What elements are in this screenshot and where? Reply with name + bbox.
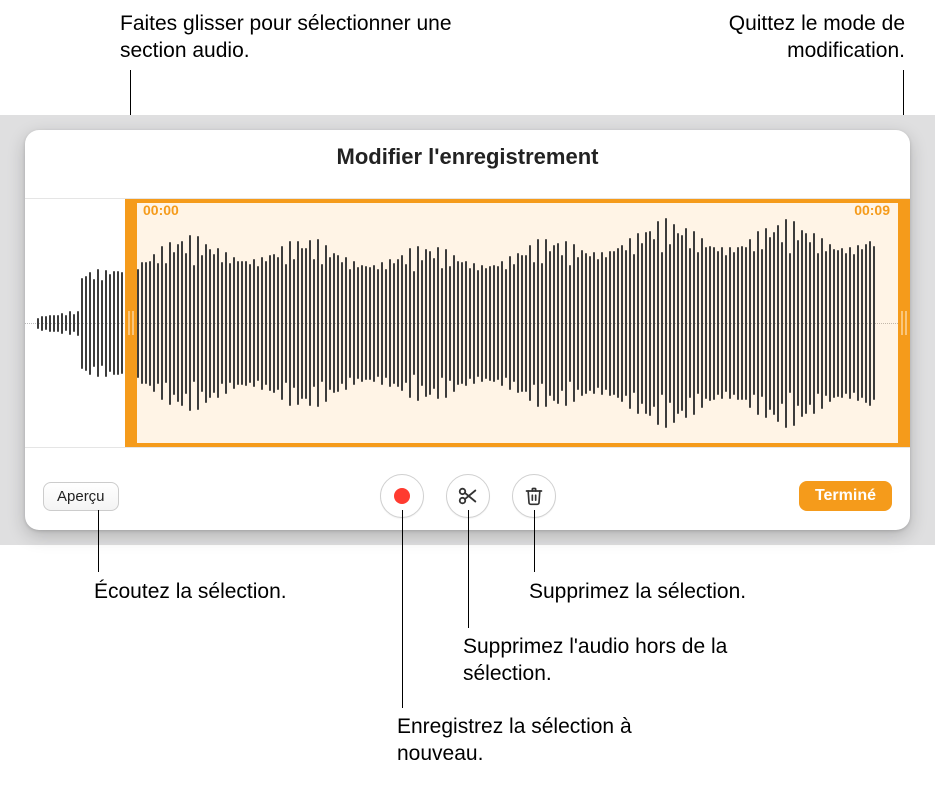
callout-delete: Supprimez la sélection.: [529, 578, 849, 605]
callout-rerecord: Enregistrez la sélection à nouveau.: [397, 713, 677, 768]
preview-button[interactable]: Aperçu: [43, 482, 119, 511]
callout-trim-outside: Supprimez l'audio hors de la sélection.: [463, 633, 743, 688]
selection-handle-right[interactable]: [898, 199, 910, 447]
callout-listen: Écoutez la sélection.: [94, 578, 294, 605]
leader-line: [98, 510, 99, 572]
leader-line: [468, 510, 469, 628]
trash-icon: [524, 485, 544, 507]
callout-exit-edit: Quittez le mode de modification.: [645, 10, 905, 65]
scissors-icon: [457, 485, 479, 507]
callout-drag-select: Faites glisser pour sélectionner une sec…: [120, 10, 480, 65]
leader-line: [402, 510, 403, 708]
leader-line: [534, 510, 535, 572]
waveform-area[interactable]: 00:00 00:09: [25, 198, 910, 448]
selection-handle-left[interactable]: [125, 199, 137, 447]
panel-title: Modifier l'enregistrement: [25, 144, 910, 170]
selection-time-end: 00:09: [854, 202, 890, 218]
edit-recording-panel: Modifier l'enregistrement 00:00 00:09 Ap…: [25, 130, 910, 530]
done-button[interactable]: Terminé: [799, 481, 892, 511]
selection-time-start: 00:00: [143, 202, 179, 218]
waveform-bars: [37, 199, 898, 447]
record-icon: [392, 486, 412, 506]
